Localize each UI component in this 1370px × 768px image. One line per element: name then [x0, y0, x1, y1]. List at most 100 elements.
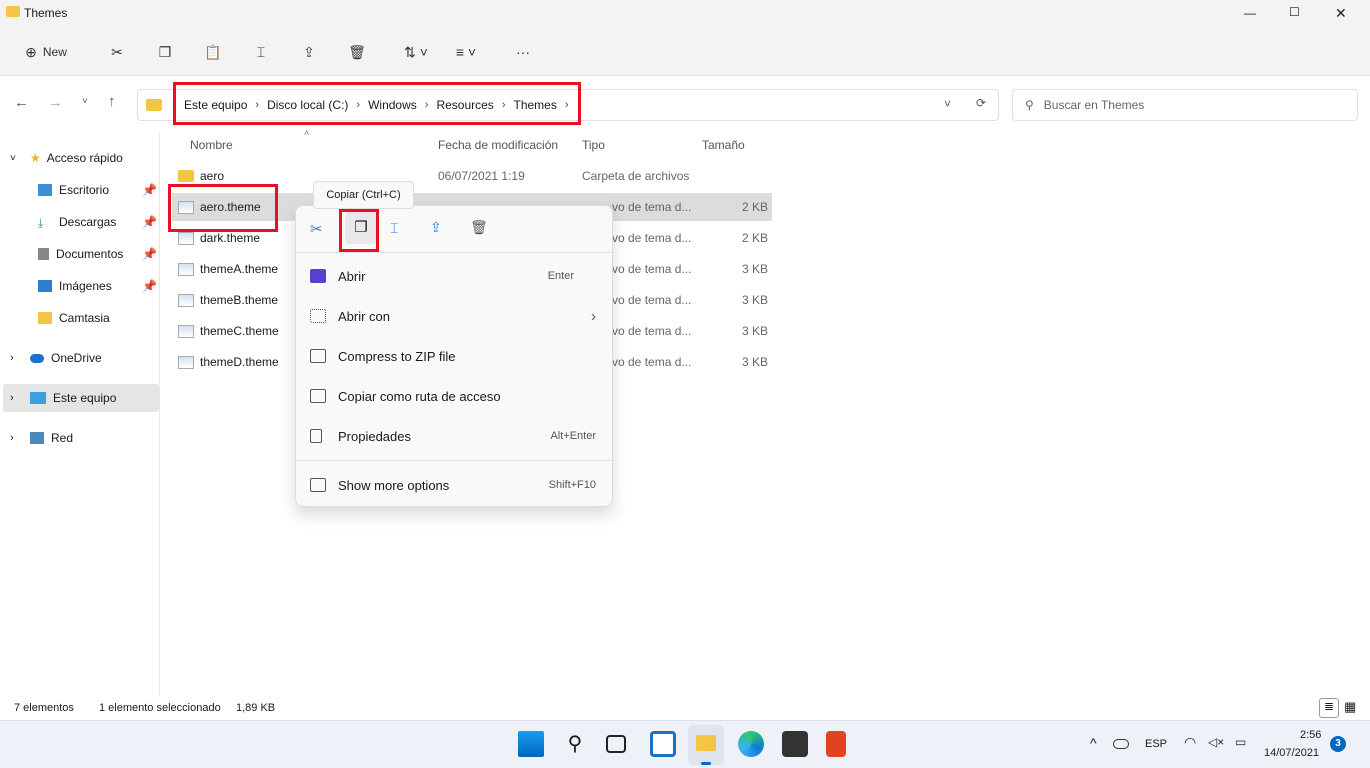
delete-button[interactable]: 🗑 — [344, 38, 370, 66]
column-name[interactable]: Nombre — [190, 138, 233, 152]
file-name: themeA.theme — [200, 262, 279, 276]
menu-item-copiar-ruta[interactable]: Copiar como ruta de acceso — [296, 376, 612, 416]
file-name: themeB.theme — [200, 293, 279, 307]
start-icon[interactable] — [518, 731, 544, 757]
download-icon: ⤓ — [38, 216, 44, 230]
column-type[interactable]: Tipo — [582, 138, 605, 152]
pane-divider[interactable] — [159, 132, 160, 697]
cut-icon[interactable]: ✂ — [310, 220, 323, 238]
address-dropdown-icon[interactable]: ˅ — [944, 97, 951, 111]
onedrive-icon[interactable] — [1113, 739, 1129, 749]
menu-item-compress-zip[interactable]: Compress to ZIP file — [296, 336, 612, 376]
new-button[interactable]: ⊕ New — [16, 38, 76, 66]
file-size: 3 KB — [741, 324, 768, 338]
tooltip: Copiar (Ctrl+C) — [313, 181, 414, 209]
sidebar-item-documentos[interactable]: Documentos 📌 — [0, 240, 157, 268]
view-icon: ≡ ˅ — [455, 44, 477, 60]
pin-icon: 📌 — [142, 215, 157, 229]
file-name: dark.theme — [200, 231, 261, 245]
command-bar: ⊕ New ✂ ❐ 📋 ⌶ ⇪ 🗑 ⇅ ˅ ≡ ˅ ··· — [0, 28, 1370, 76]
theme-file-icon — [178, 231, 194, 245]
file-size: 3 KB — [741, 355, 768, 369]
column-date[interactable]: Fecha de modificación — [438, 138, 558, 152]
forward-icon[interactable]: → — [48, 94, 63, 111]
delete-icon[interactable]: 🗑 — [470, 219, 488, 236]
task-view-icon[interactable] — [606, 735, 626, 753]
share-icon: ⇪ — [303, 43, 315, 60]
rename-icon: ⌶ — [256, 43, 266, 60]
edge-icon[interactable] — [738, 731, 764, 757]
menu-item-abrir-con[interactable]: Abrir con › — [296, 296, 612, 336]
sidebar-item-escritorio[interactable]: Escritorio 📌 — [0, 176, 157, 204]
share-icon[interactable]: ⇪ — [430, 219, 442, 236]
folder-icon — [38, 312, 52, 324]
recent-dropdown-icon[interactable]: ˅ — [82, 96, 88, 107]
pin-icon: 📌 — [142, 247, 157, 261]
highlight-aero-theme — [168, 184, 278, 232]
menu-divider — [296, 252, 612, 253]
title-bar: Themes — ☐ ✕ — [0, 0, 1370, 28]
menu-item-show-more[interactable]: Show more options Shift+F10 — [296, 465, 612, 505]
rename-button[interactable]: ⌶ — [248, 38, 274, 66]
star-icon: ★ — [30, 151, 41, 165]
clock-date[interactable]: 14/07/2021 — [1264, 747, 1319, 759]
menu-item-propiedades[interactable]: Propiedades Alt+Enter — [296, 416, 612, 456]
tiles-view-button[interactable]: ▦ — [1344, 699, 1356, 715]
chevron-up-icon[interactable]: ^ — [1090, 735, 1097, 751]
menu-item-abrir[interactable]: Abrir Enter — [296, 256, 612, 296]
volume-muted-icon[interactable]: ◁× — [1208, 735, 1224, 749]
more-button[interactable]: ··· — [508, 38, 538, 66]
up-icon[interactable]: ↑ — [108, 93, 116, 110]
paste-button[interactable]: 📋 — [200, 38, 226, 66]
file-type: vo de tema d... — [612, 231, 692, 245]
widgets-icon[interactable] — [650, 731, 676, 757]
office-icon[interactable] — [826, 731, 846, 757]
maximize-button[interactable]: ☐ — [1289, 5, 1300, 19]
file-explorer-icon[interactable] — [688, 725, 724, 765]
notification-badge[interactable]: 3 — [1330, 736, 1346, 752]
sort-up-icon: ˄ — [304, 128, 310, 138]
sidebar-item-onedrive[interactable]: › OneDrive — [0, 344, 156, 372]
battery-icon[interactable]: ▭ — [1235, 735, 1246, 749]
sidebar-item-acceso-rapido[interactable]: ˅ ★ Acceso rápido — [0, 144, 156, 172]
zip-icon — [310, 349, 326, 363]
sidebar-item-red[interactable]: › Red — [0, 424, 156, 452]
chevron-right-icon: › — [591, 307, 596, 325]
status-bar: 7 elementos 1 elemento seleccionado 1,89… — [0, 698, 1370, 720]
paste-icon: 📋 — [204, 43, 222, 60]
minimize-button[interactable]: — — [1244, 6, 1256, 20]
clock-time[interactable]: 2:56 — [1300, 729, 1321, 741]
desktop-icon — [38, 184, 52, 196]
scissors-icon: ✂ — [111, 43, 123, 60]
theme-file-icon — [178, 324, 194, 338]
rename-icon[interactable]: ⌶ — [390, 220, 398, 237]
sort-button[interactable]: ⇅ ˅ — [396, 38, 436, 66]
sidebar-item-camtasia[interactable]: Camtasia — [0, 304, 156, 332]
copy-button[interactable]: ❐ — [152, 38, 178, 66]
share-button[interactable]: ⇪ — [296, 38, 322, 66]
document-icon — [38, 248, 49, 260]
sidebar-item-imagenes[interactable]: Imágenes 📌 — [0, 272, 157, 300]
wifi-icon[interactable]: ◠ — [1184, 734, 1196, 751]
menu-divider — [296, 460, 612, 461]
details-view-button[interactable]: ≣ — [1319, 698, 1339, 718]
refresh-icon[interactable]: ⟳ — [976, 96, 986, 110]
search-icon[interactable]: ⚲ — [562, 731, 588, 757]
open-icon — [310, 269, 326, 283]
file-type: vo de tema d... — [612, 200, 692, 214]
window-title: Themes — [24, 6, 68, 20]
search-input[interactable]: ⚲ Buscar en Themes — [1012, 89, 1358, 121]
close-button[interactable]: ✕ — [1335, 5, 1347, 22]
view-button[interactable]: ≡ ˅ — [446, 38, 486, 66]
cloud-icon — [30, 353, 44, 363]
trash-icon: 🗑 — [348, 43, 366, 60]
language-indicator[interactable]: ESP — [1145, 738, 1167, 750]
file-type: vo de tema d... — [612, 262, 692, 276]
cut-button[interactable]: ✂ — [104, 38, 130, 66]
column-size[interactable]: Tamaño — [702, 138, 745, 152]
sidebar-item-este-equipo[interactable]: › Este equipo — [3, 384, 159, 412]
back-icon[interactable]: ← — [14, 94, 29, 111]
store-icon[interactable] — [782, 731, 808, 757]
folder-icon — [178, 170, 194, 182]
sidebar-item-descargas[interactable]: ⤓ Descargas 📌 — [0, 208, 157, 236]
